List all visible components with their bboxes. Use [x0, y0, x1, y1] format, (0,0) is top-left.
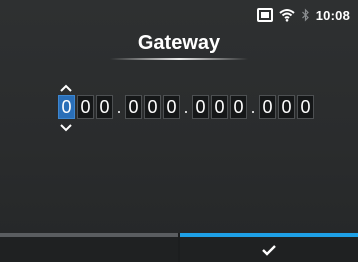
wifi-icon: [279, 8, 295, 22]
octet-separator: .: [116, 97, 122, 117]
gateway-settings-screen: 10:08 Gateway 0 0 0 . 0 0 0 . 0 0 0 . 0 …: [0, 0, 358, 262]
octet-3-digit-3[interactable]: 0: [230, 95, 247, 119]
octet-separator: .: [250, 97, 256, 117]
status-bar: 10:08: [256, 6, 350, 24]
increment-chevron-up-icon[interactable]: [59, 83, 73, 93]
octet-3-digit-2[interactable]: 0: [211, 95, 228, 119]
octet-2-digit-3[interactable]: 0: [163, 95, 180, 119]
octet-1-digit-1[interactable]: 0: [58, 95, 75, 119]
softkey-left-indicator: [0, 233, 178, 237]
softkey-left-button[interactable]: [0, 233, 178, 262]
octet-1-digit-2[interactable]: 0: [77, 95, 94, 119]
octet-3: 0 0 0: [192, 95, 247, 119]
octet-2-digit-2[interactable]: 0: [144, 95, 161, 119]
octet-4-digit-3[interactable]: 0: [297, 95, 314, 119]
bluetooth-icon: [301, 8, 310, 22]
octet-4: 0 0 0: [259, 95, 314, 119]
softkey-bar: [0, 233, 358, 262]
octet-separator: .: [183, 97, 189, 117]
clock: 10:08: [315, 7, 350, 23]
confirm-button[interactable]: [180, 233, 358, 262]
title-underline: [110, 58, 248, 60]
octet-2-digit-1[interactable]: 0: [125, 95, 142, 119]
softkey-right-indicator: [180, 233, 358, 237]
checkmark-icon: [262, 245, 276, 256]
octet-1: 0 0 0: [58, 95, 113, 119]
storage-card-icon: [256, 8, 273, 22]
page-title: Gateway: [137, 32, 221, 54]
octet-4-digit-2[interactable]: 0: [278, 95, 295, 119]
gateway-address-field: 0 0 0 . 0 0 0 . 0 0 0 . 0 0 0: [58, 95, 314, 119]
decrement-chevron-down-icon[interactable]: [59, 123, 73, 133]
octet-3-digit-1[interactable]: 0: [192, 95, 209, 119]
octet-4-digit-1[interactable]: 0: [259, 95, 276, 119]
octet-1-digit-3[interactable]: 0: [96, 95, 113, 119]
octet-2: 0 0 0: [125, 95, 180, 119]
